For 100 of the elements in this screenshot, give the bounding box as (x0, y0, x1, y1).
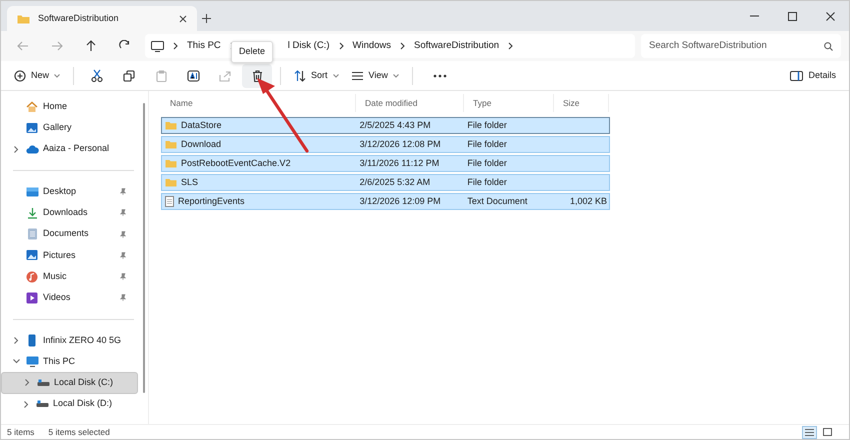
breadcrumb[interactable]: This PC (187, 38, 221, 54)
share-icon (219, 70, 232, 82)
caret-icon (54, 74, 60, 78)
file-name: SLS (181, 176, 198, 189)
tab[interactable]: SoftwareDistribution (7, 6, 197, 31)
size-cell-text: 1,002 KB (568, 194, 608, 208)
details-view-button[interactable] (802, 426, 817, 438)
date-cell-text: 3/11/2026 11:12 PM (358, 156, 440, 170)
gallery-icon (26, 122, 38, 134)
monitor-icon (151, 40, 164, 52)
sidebar-item[interactable]: Gallery (1, 117, 138, 139)
item-count: 5 items (7, 426, 34, 438)
file-row[interactable]: SLS 2/6/2025 5:32 AM File folder (161, 174, 610, 191)
column-header[interactable]: Date modified (356, 94, 464, 112)
sidebar-item[interactable]: Local Disk (D:) (1, 394, 138, 415)
date-cell-text: 2/5/2025 4:43 PM (358, 118, 432, 132)
music-icon (26, 270, 38, 283)
search-icon (824, 42, 833, 50)
sidebar-item[interactable]: Downloads (1, 202, 138, 224)
tiles-view-button[interactable] (820, 426, 835, 438)
date-cell-text: 2/6/2025 5:32 AM (358, 176, 432, 189)
folder-icon (165, 159, 177, 168)
sort-icon (294, 70, 306, 82)
list-icon (805, 428, 814, 436)
breadcrumb[interactable]: SoftwareDistribution (414, 38, 500, 54)
file-row[interactable]: ReportingEvents 3/12/2026 12:09 PM Text Document 1,002 KB (161, 193, 610, 210)
search-field[interactable]: Search SoftwareDistribution (641, 34, 841, 58)
view-button[interactable]: View (346, 64, 404, 88)
picture-icon (26, 249, 38, 262)
house-icon (26, 100, 38, 113)
clipboard-icon (156, 70, 167, 82)
sidebar-item[interactable]: Pictures (1, 244, 138, 266)
drive-icon (36, 378, 50, 387)
more-icon (432, 74, 447, 78)
file-name: Download (181, 138, 222, 151)
file-row[interactable]: Download 3/12/2026 12:08 PM File folder (161, 136, 610, 153)
column-header[interactable]: Type (464, 94, 554, 112)
cloud-icon (26, 144, 38, 154)
text-file-icon (165, 196, 174, 207)
back-arrow-icon (17, 41, 29, 51)
trash-icon (252, 70, 263, 82)
close-icon (179, 15, 187, 24)
delete-button[interactable] (242, 64, 272, 88)
phone-icon (28, 334, 36, 347)
breadcrumb[interactable]: Windows (352, 38, 392, 54)
file-name: DataStore (181, 118, 222, 132)
sidebar-item[interactable]: Local Disk (C:) (1, 372, 138, 394)
monitor-icon (26, 356, 38, 368)
sidebar-item[interactable]: Home (1, 96, 138, 118)
chevron-right-icon (508, 42, 514, 50)
copy-icon (123, 70, 136, 82)
details-pane-icon (790, 70, 804, 80)
video-icon (26, 292, 38, 304)
up-arrow-icon (85, 40, 97, 52)
breadcrumb[interactable]: l Disk (C:) (288, 38, 330, 54)
forward-arrow-icon (51, 41, 63, 51)
sidebar-item[interactable]: Documents (1, 223, 138, 245)
caret-icon (332, 74, 339, 78)
chevron-right-icon (400, 42, 406, 50)
sidebar-item[interactable]: Music (1, 266, 138, 288)
sidebar-item[interactable]: Videos (1, 287, 138, 309)
details-button[interactable]: Details (785, 64, 841, 88)
date-cell-text: 3/12/2026 12:09 PM (358, 194, 442, 208)
file-name: PostRebootEventCache.V2 (181, 156, 291, 170)
scissors-icon (91, 69, 104, 82)
file-row[interactable]: PostRebootEventCache.V2 3/11/2026 11:12 PM File folder (161, 155, 610, 172)
date-cell-text: 3/12/2026 12:08 PM (358, 138, 442, 151)
selection-count: 5 items selected (48, 426, 110, 438)
lines-icon (350, 70, 364, 80)
caret-icon (392, 74, 399, 78)
column-header[interactable]: Size (554, 94, 609, 112)
sidebar-item[interactable]: This PC (1, 350, 138, 372)
type-cell-text: File folder (466, 118, 508, 132)
sidebar-item[interactable]: Desktop (1, 180, 138, 202)
folder-icon (17, 14, 30, 24)
plus-circle-icon (14, 70, 26, 82)
new-button[interactable]: New (9, 64, 66, 88)
sidebar-item[interactable]: Aaiza - Personal (1, 138, 138, 160)
sort-button[interactable]: Sort (289, 64, 344, 88)
folder-icon (165, 140, 177, 149)
chevron-right-icon (173, 42, 178, 50)
folder-icon (165, 178, 177, 187)
plus-icon (202, 14, 210, 23)
drive-icon (36, 400, 48, 408)
tile-icon (823, 428, 832, 436)
type-cell-text: File folder (466, 138, 508, 151)
sidebar-item[interactable]: Infinix ZERO 40 5G (1, 330, 138, 351)
type-cell-text: Text Document (466, 194, 528, 208)
chevron-right-icon (338, 42, 344, 50)
type-cell-text: File folder (466, 176, 508, 189)
file-row[interactable]: DataStore 2/5/2025 4:43 PM File folder (161, 117, 610, 134)
minimize-icon (750, 15, 758, 17)
maximize-icon (788, 12, 796, 20)
download-icon (26, 206, 38, 219)
folder-icon (165, 121, 177, 130)
desktop-icon (26, 186, 38, 197)
document-icon (26, 228, 38, 240)
close-icon (826, 12, 834, 20)
rename-icon (186, 70, 200, 82)
column-header[interactable]: Name (161, 94, 356, 112)
